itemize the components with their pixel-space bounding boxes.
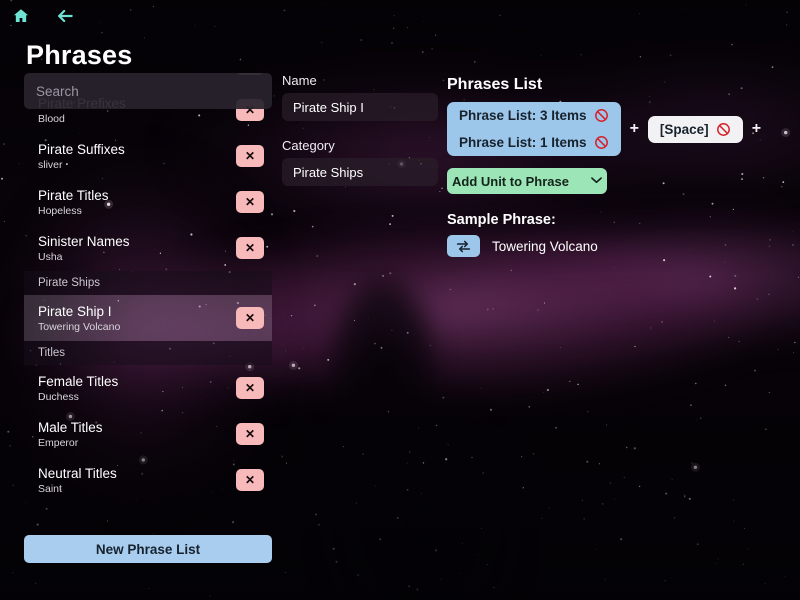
phrase-units-row: Phrase List: 3 Items Phrase List: 1 Items… bbox=[447, 102, 761, 156]
list-item[interactable]: Pirate Titles Hopeless ✕ bbox=[24, 179, 272, 225]
shuffle-icon[interactable] bbox=[447, 235, 480, 257]
list-section-header: Pirate Ships bbox=[24, 271, 272, 295]
page-title: Phrases bbox=[26, 40, 133, 70]
list-item-subtitle: Towering Volcano bbox=[38, 320, 121, 333]
prohibition-icon[interactable] bbox=[594, 108, 609, 123]
delete-list-button[interactable]: ✕ bbox=[236, 423, 264, 445]
add-unit-plus[interactable]: + bbox=[752, 120, 761, 138]
top-navigation-bar bbox=[0, 0, 800, 32]
list-item[interactable]: Male Titles Emperor ✕ bbox=[24, 411, 272, 457]
sidebar: Boys✕Pirate PrefixesBlood✕Pirate Suffixe… bbox=[24, 73, 272, 573]
phrase-unit-label: [Space] bbox=[659, 121, 709, 137]
list-item-title: Pirate Ship I bbox=[38, 303, 112, 319]
add-unit-plus[interactable]: + bbox=[630, 120, 639, 138]
list-item-texts: Male Titles Emperor bbox=[38, 419, 236, 450]
sample-phrase-label: Sample Phrase: bbox=[447, 212, 556, 228]
list-item-texts: Pirate Suffixes sliver bbox=[38, 141, 236, 172]
search-input[interactable] bbox=[36, 73, 260, 109]
list-item-subtitle: Blood bbox=[38, 112, 65, 125]
back-arrow-icon[interactable] bbox=[54, 5, 76, 27]
list-item-subtitle: Hopeless bbox=[38, 204, 82, 217]
list-item[interactable]: Pirate Suffixes sliver ✕ bbox=[24, 133, 272, 179]
list-item[interactable]: Pirate Ship I Towering Volcano ✕ bbox=[24, 295, 272, 341]
list-item[interactable]: Neutral Titles Saint ✕ bbox=[24, 457, 272, 503]
add-unit-to-phrase-dropdown[interactable]: Add Unit to Phrase bbox=[447, 168, 607, 194]
list-item-title: Male Titles bbox=[38, 419, 103, 435]
phrase-unit-chip[interactable]: [Space] bbox=[647, 115, 743, 143]
list-item-title: Pirate Titles bbox=[38, 187, 109, 203]
phrase-unit-label: Phrase List: 3 Items bbox=[459, 108, 587, 123]
detail-panel: Name Category bbox=[282, 73, 442, 186]
delete-list-button[interactable]: ✕ bbox=[236, 237, 264, 259]
list-item-subtitle: sliver bbox=[38, 158, 63, 171]
list-item[interactable]: Female Titles Duchess ✕ bbox=[24, 365, 272, 411]
prohibition-icon[interactable] bbox=[716, 122, 731, 137]
phrase-unit-label: Phrase List: 1 Items bbox=[459, 135, 587, 150]
list-item-title: Female Titles bbox=[38, 373, 119, 389]
phrase-list: Boys✕Pirate PrefixesBlood✕Pirate Suffixe… bbox=[24, 73, 272, 503]
phrase-list-scroll[interactable]: Boys✕Pirate PrefixesBlood✕Pirate Suffixe… bbox=[24, 73, 272, 531]
list-item-texts: Neutral Titles Saint bbox=[38, 465, 236, 496]
phrases-list-title: Phrases List bbox=[447, 76, 543, 93]
list-item-texts: Female Titles Duchess bbox=[38, 373, 236, 404]
list-section-header: Titles bbox=[24, 341, 272, 365]
home-icon[interactable] bbox=[10, 5, 32, 27]
horsehead-silhouette bbox=[300, 270, 520, 600]
delete-list-button[interactable]: ✕ bbox=[236, 469, 264, 491]
delete-list-button[interactable]: ✕ bbox=[236, 307, 264, 329]
chevron-down-icon bbox=[591, 175, 602, 187]
category-label: Category bbox=[282, 138, 335, 153]
phrase-unit-chip[interactable]: Phrase List: 3 Items bbox=[447, 102, 621, 129]
list-item-subtitle: Usha bbox=[38, 250, 63, 263]
sample-phrase-row: Towering Volcano bbox=[447, 235, 761, 257]
delete-list-button[interactable]: ✕ bbox=[236, 377, 264, 399]
list-item-title: Neutral Titles bbox=[38, 465, 117, 481]
phrases-panel: Phrases List Phrase List: 3 Items Phrase … bbox=[447, 76, 761, 257]
prohibition-icon[interactable] bbox=[594, 135, 609, 150]
phrase-unit-group: Phrase List: 3 Items Phrase List: 1 Items bbox=[447, 102, 621, 156]
new-phrase-list-button[interactable]: New Phrase List bbox=[24, 535, 272, 563]
delete-list-button[interactable]: ✕ bbox=[236, 191, 264, 213]
list-item-title: Sinister Names bbox=[38, 233, 130, 249]
list-item-subtitle: Duchess bbox=[38, 390, 79, 403]
list-item-subtitle: Saint bbox=[38, 482, 62, 495]
list-item-texts: Sinister Names Usha bbox=[38, 233, 236, 264]
category-input[interactable] bbox=[282, 158, 438, 186]
search-field[interactable] bbox=[24, 73, 272, 109]
list-item[interactable]: Sinister Names Usha ✕ bbox=[24, 225, 272, 271]
list-item-title: Pirate Suffixes bbox=[38, 141, 125, 157]
delete-list-button[interactable]: ✕ bbox=[236, 145, 264, 167]
list-item-texts: Pirate Ship I Towering Volcano bbox=[38, 303, 236, 334]
name-label: Name bbox=[282, 73, 317, 88]
list-item-subtitle: Emperor bbox=[38, 436, 79, 449]
list-item-texts: Pirate Titles Hopeless bbox=[38, 187, 236, 218]
add-unit-label: Add Unit to Phrase bbox=[451, 173, 569, 189]
app-root: Phrases Boys✕Pirate PrefixesBlood✕Pirate… bbox=[0, 0, 800, 600]
name-input[interactable] bbox=[282, 93, 438, 121]
phrase-unit-chip[interactable]: Phrase List: 1 Items bbox=[447, 129, 621, 156]
sample-phrase-value: Towering Volcano bbox=[492, 238, 598, 254]
